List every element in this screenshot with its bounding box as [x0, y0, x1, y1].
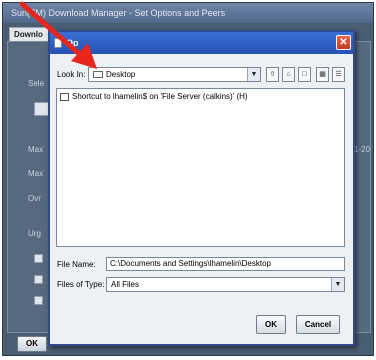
- file-list-item[interactable]: Shortcut to lhamelin$ on 'File Server (c…: [60, 92, 248, 101]
- background-range-text: 1-20: [354, 145, 371, 154]
- document-icon: [54, 38, 62, 48]
- background-checkbox[interactable]: [34, 275, 43, 284]
- background-title-bar: Sun(TM) Download Manager - Set Options a…: [3, 3, 373, 23]
- ok-button[interactable]: OK: [256, 315, 286, 334]
- background-label: Urg: [28, 229, 41, 238]
- background-label: Max: [28, 145, 44, 154]
- background-window-title: Sun(TM) Download Manager - Set Options a…: [11, 8, 226, 18]
- file-name-label: File Name:: [57, 260, 96, 269]
- shortcut-icon: [60, 92, 69, 101]
- close-button[interactable]: ✕: [336, 35, 351, 50]
- look-in-label: Look In:: [57, 70, 86, 79]
- tab-download[interactable]: Downlo: [9, 27, 53, 41]
- chevron-down-icon[interactable]: ▼: [331, 278, 344, 291]
- file-list-item-label: Shortcut to lhamelin$ on 'File Server (c…: [72, 92, 248, 101]
- home-icon[interactable]: ⌂: [282, 67, 295, 82]
- files-of-type-value: All Files: [111, 280, 140, 289]
- chevron-down-icon[interactable]: ▼: [247, 68, 260, 81]
- background-label: Max: [28, 169, 44, 178]
- dialog-title: Op: [66, 38, 79, 48]
- background-label: Sele: [28, 79, 45, 88]
- cancel-button[interactable]: Cancel: [296, 315, 340, 334]
- up-folder-icon[interactable]: ⇧: [266, 67, 279, 82]
- files-of-type-label: Files of Type:: [57, 280, 105, 289]
- background-label: Ovr: [28, 194, 41, 203]
- list-view-icon[interactable]: ▦: [316, 67, 329, 82]
- look-in-combo[interactable]: Desktop ▼: [88, 67, 261, 82]
- dialog-title-bar[interactable]: Op ✕: [50, 32, 353, 54]
- open-dialog: Op ✕ Look In: Desktop ▼ ⇧ ⌂ □ ▦ ☰ Shortc…: [48, 30, 355, 346]
- file-list[interactable]: Shortcut to lhamelin$ on 'File Server (c…: [56, 88, 345, 247]
- folder-icon: [93, 71, 103, 78]
- look-in-value: Desktop: [106, 70, 136, 79]
- details-view-icon[interactable]: ☰: [332, 67, 345, 82]
- background-checkbox[interactable]: [34, 254, 43, 263]
- new-folder-icon[interactable]: □: [298, 67, 311, 82]
- file-name-input[interactable]: C:\Documents and Settings\lhamelin\Deskt…: [106, 257, 345, 271]
- background-ok-button[interactable]: OK: [17, 336, 47, 352]
- background-checkbox[interactable]: [34, 296, 43, 305]
- files-of-type-combo[interactable]: All Files ▼: [106, 277, 345, 292]
